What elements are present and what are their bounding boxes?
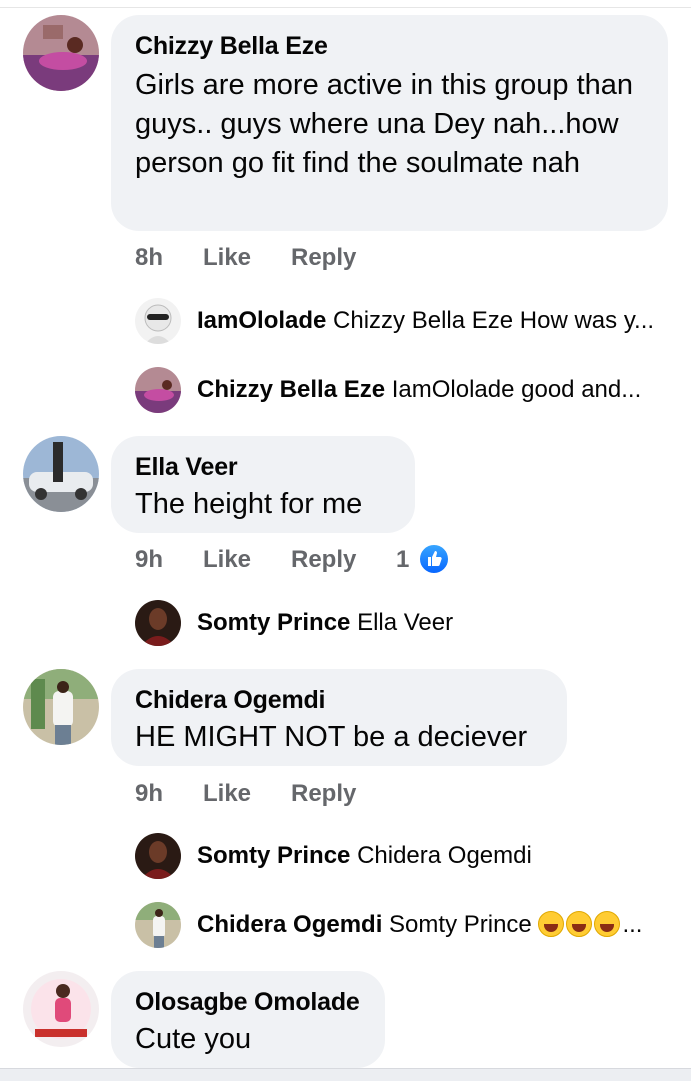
reply-row[interactable]: Chidera Ogemdi Somty Prince ... [197,909,642,941]
reply-author[interactable]: Somty Prince [197,609,350,636]
reply-row[interactable]: Somty Prince Ella Veer [197,607,453,639]
reply-row[interactable]: Somty Prince Chidera Ogemdi [197,840,532,872]
like-button[interactable]: Like [203,242,251,274]
avatar-somty[interactable] [135,600,181,646]
reply-author[interactable]: Chizzy Bella Eze [197,376,385,403]
reply-text: IamOlolade good and... [391,376,642,403]
timestamp[interactable]: 8h [135,242,163,274]
commenter-name[interactable]: Chizzy Bella Eze [135,31,644,61]
reply-row[interactable]: IamOlolade Chizzy Bella Eze How was y... [197,305,654,337]
commenter-name[interactable]: Ella Veer [135,452,391,482]
commenter-name[interactable]: Chidera Ogemdi [135,685,543,715]
commenter-name[interactable]: Olosagbe Omolade [135,987,361,1017]
avatar-chidera-small[interactable] [135,902,181,948]
comment-text: Cute you [135,1023,252,1055]
comment-actions: 9h Like Reply [135,778,435,810]
reply-button[interactable]: Reply [291,778,356,810]
comment-actions: 8h Like Reply [135,242,435,274]
like-thumb-icon [418,543,450,575]
reaction-count[interactable]: 1 [396,544,409,576]
laughing-emoji-icon [566,911,593,937]
reply-author[interactable]: IamOlolade [197,307,326,334]
reply-author[interactable]: Somty Prince [197,842,350,869]
avatar-chizzy-small[interactable] [135,367,181,413]
comment-bubble[interactable]: Olosagbe Omolade Cute you [111,971,385,1068]
comment-bubble[interactable]: Chizzy Bella Eze Girls are more active i… [111,15,668,231]
like-button[interactable]: Like [203,544,251,576]
comment-text: The height for me [135,488,363,520]
truncation-ellipsis: ... [622,911,643,938]
reply-text: Chidera Ogemdi [357,842,532,869]
reply-text: Ella Veer [357,609,454,636]
reply-author[interactable]: Chidera Ogemdi [197,911,382,938]
reply-text: Somty Prince [389,911,532,938]
bottom-divider [0,1068,691,1081]
laughing-emoji-icon [594,911,621,937]
avatar-chidera[interactable] [23,669,99,745]
comment-text: HE MIGHT NOT be a deciever [135,721,528,753]
reply-button[interactable]: Reply [291,544,356,576]
reply-button[interactable]: Reply [291,242,356,274]
avatar-chizzy[interactable] [23,15,99,91]
timestamp[interactable]: 9h [135,778,163,810]
top-divider [0,0,691,8]
comment-bubble[interactable]: Ella Veer The height for me [111,436,415,533]
reply-row[interactable]: Chizzy Bella Eze IamOlolade good and... [197,374,641,406]
comment-text: Girls are more active in this group than… [135,69,634,179]
avatar-ella[interactable] [23,436,99,512]
laughing-emoji-icon [538,911,565,937]
avatar-iamololade[interactable] [135,298,181,344]
timestamp[interactable]: 9h [135,544,163,576]
reply-text: Chizzy Bella Eze How was y... [333,307,655,334]
like-button[interactable]: Like [203,778,251,810]
avatar-somty[interactable] [135,833,181,879]
comment-bubble[interactable]: Chidera Ogemdi HE MIGHT NOT be a decieve… [111,669,567,766]
avatar-olosagbe[interactable] [23,971,99,1047]
